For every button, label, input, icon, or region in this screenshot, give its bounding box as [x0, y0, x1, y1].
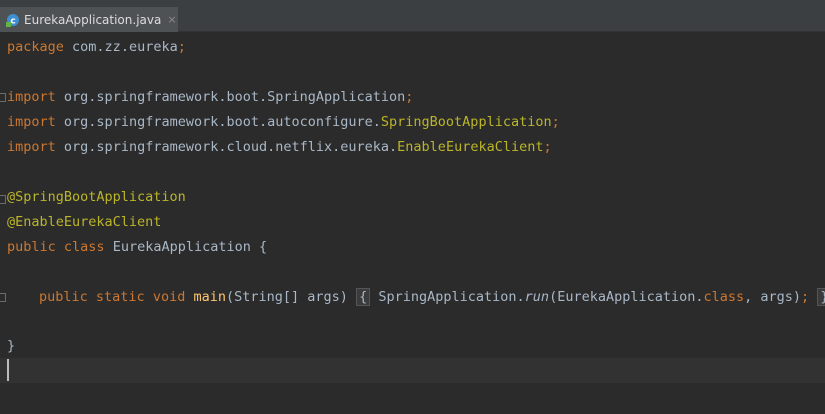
- code-editor-window: c EurekaApplication.java × package com.z…: [0, 0, 825, 414]
- call-args: , args): [744, 289, 802, 305]
- tab-label: EurekaApplication.java: [24, 12, 162, 27]
- fold-marker-icon[interactable]: [0, 195, 6, 204]
- code-line-class-declaration: public class EurekaApplication {: [7, 235, 267, 260]
- call-class: SpringApplication.: [378, 289, 525, 305]
- keyword: package: [7, 39, 64, 55]
- import-class: EnableEurekaClient: [397, 139, 544, 155]
- close-brace: }: [7, 338, 16, 354]
- method-params: (String[] args): [226, 289, 348, 305]
- text-caret: [7, 359, 9, 381]
- code-line-import-3: import org.springframework.cloud.netflix…: [7, 135, 552, 160]
- method-name: main: [193, 289, 227, 305]
- keyword: import: [7, 114, 56, 130]
- java-class-icon: c: [6, 13, 19, 27]
- editor-tab-bar: c EurekaApplication.java ×: [0, 0, 825, 32]
- semicolon: ;: [177, 39, 186, 55]
- code-line-annotation-2: @EnableEurekaClient: [7, 210, 161, 235]
- semicolon: ;: [801, 289, 810, 305]
- keyword: static: [95, 289, 145, 305]
- keyword: public: [7, 239, 56, 255]
- open-brace: {: [259, 239, 268, 255]
- svg-text:c: c: [10, 16, 15, 26]
- keyword: import: [7, 139, 56, 155]
- import-package: org.springframework.cloud.netflix.eureka…: [63, 139, 398, 155]
- keyword: public: [39, 289, 88, 305]
- folded-open-brace[interactable]: {: [356, 288, 371, 306]
- call-method: run: [524, 289, 550, 305]
- import-package: org.springframework.boot.: [63, 89, 268, 105]
- annotation: @EnableEurekaClient: [7, 214, 162, 230]
- keyword: import: [7, 89, 56, 105]
- code-line-main-method: public static void main(String[] args) {…: [39, 285, 825, 310]
- code-area[interactable]: package com.zz.eureka; import org.spring…: [0, 33, 825, 414]
- import-class: SpringApplication: [267, 89, 406, 105]
- keyword: class: [63, 239, 105, 255]
- fold-marker-icon[interactable]: [0, 93, 6, 102]
- close-tab-icon[interactable]: ×: [167, 13, 176, 26]
- code-line-import-1: import org.springframework.boot.SpringAp…: [7, 85, 413, 110]
- class-name: EurekaApplication: [112, 239, 251, 255]
- import-class: SpringBootApplication: [380, 114, 552, 130]
- keyword: void: [152, 289, 186, 305]
- package-name: com.zz.eureka: [72, 39, 178, 55]
- semicolon: ;: [405, 89, 414, 105]
- code-line-annotation-1: @SpringBootApplication: [7, 185, 186, 210]
- folded-close-brace[interactable]: }: [817, 288, 825, 306]
- semicolon: ;: [543, 139, 552, 155]
- code-line-package: package com.zz.eureka;: [7, 35, 186, 60]
- import-package: org.springframework.boot.autoconfigure.: [63, 114, 381, 130]
- fold-marker-icon[interactable]: [0, 293, 6, 302]
- current-line-highlight: [0, 358, 825, 383]
- code-line-close-brace: }: [7, 334, 15, 359]
- keyword: class: [703, 289, 745, 305]
- tab-eureka-application[interactable]: c EurekaApplication.java ×: [0, 7, 178, 32]
- annotation: @SpringBootApplication: [7, 189, 186, 205]
- semicolon: ;: [551, 114, 560, 130]
- code-line-import-2: import org.springframework.boot.autoconf…: [7, 110, 560, 135]
- call-arg-class: (EurekaApplication.: [549, 289, 704, 305]
